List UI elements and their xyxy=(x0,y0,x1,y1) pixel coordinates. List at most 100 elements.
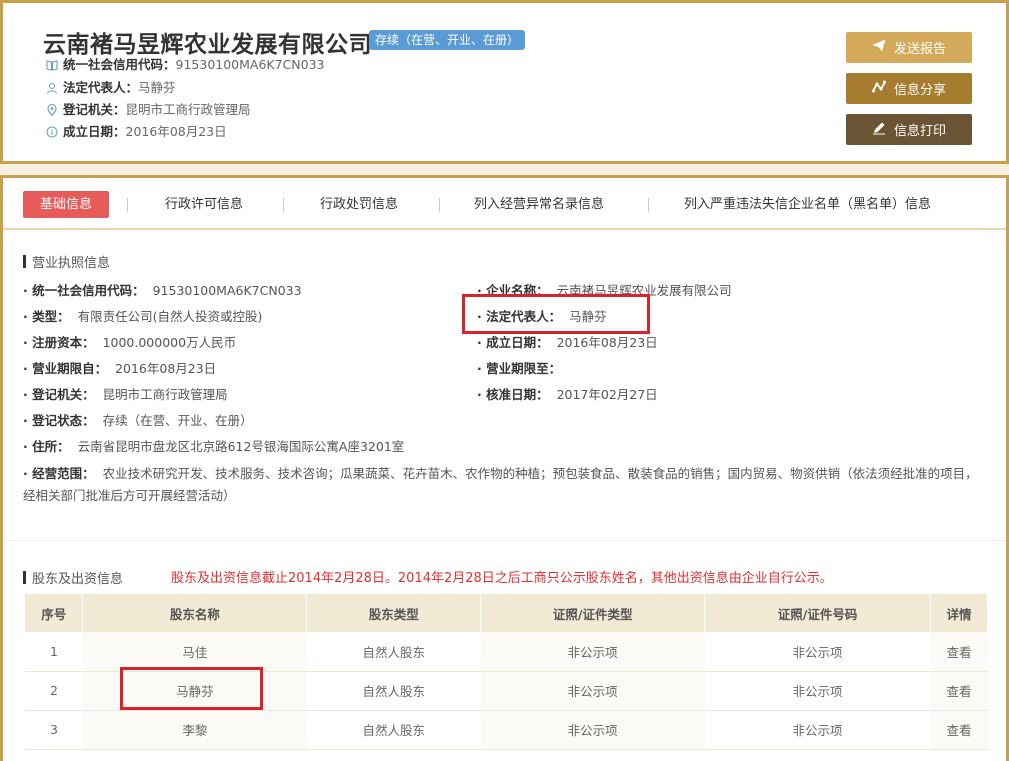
field-value: 昆明市工商行政管理局 xyxy=(102,387,228,402)
column-header: 股东类型 xyxy=(306,594,482,632)
field-label: · 营业期限至： xyxy=(477,361,562,376)
field-established: · 成立日期： 2016年08月23日 xyxy=(477,334,658,352)
tab-license-info[interactable]: 行政许可信息 xyxy=(165,191,243,218)
field-label: · 成立日期： xyxy=(477,335,549,350)
view-detail-link[interactable]: 查看 xyxy=(930,632,988,672)
cell-name: 马佳 xyxy=(82,632,307,672)
view-detail-link[interactable]: 查看 xyxy=(930,710,988,750)
meta-authority: 登记机关： 昆明市工商行政管理局 xyxy=(45,101,251,119)
field-label: · 登记状态： xyxy=(23,413,95,428)
field-label: · 经营范围： xyxy=(23,466,95,481)
field-label: · 核准日期： xyxy=(477,387,549,402)
table-header-row: 序号 股东名称 股东类型 证照/证件类型 证照/证件号码 详情 xyxy=(25,594,988,632)
tab-penalty-info[interactable]: 行政处罚信息 xyxy=(320,191,398,218)
section-divider xyxy=(3,540,1006,541)
send-report-button[interactable]: 发送报告 xyxy=(846,32,972,63)
field-label: · 登记机关： xyxy=(23,387,95,402)
meta-legal-rep: 法定代表人： 马静芬 xyxy=(45,79,176,97)
meta-established: 成立日期： 2016年08月23日 xyxy=(45,123,227,141)
field-value: 2017年02月27日 xyxy=(556,387,658,402)
section-title-text: 股东及出资信息 xyxy=(32,572,124,587)
cell-name: 李黎 xyxy=(82,710,307,750)
tab-basic-info[interactable]: 基础信息 xyxy=(23,191,109,218)
meta-value: 91530100MA6K7CN033 xyxy=(175,57,325,72)
field-label: · 类型： xyxy=(23,309,70,324)
shareholder-section-title: 股东及出资信息 xyxy=(23,568,123,587)
field-value: 2016年08月23日 xyxy=(115,361,217,376)
book-icon xyxy=(45,59,58,72)
cell-type: 自然人股东 xyxy=(306,671,481,711)
field-value: 有限责任公司(自然人投资或控股) xyxy=(77,309,263,324)
tab-divider xyxy=(439,198,440,212)
paper-plane-icon xyxy=(872,39,886,56)
meta-label: 统一社会信用代码： xyxy=(63,57,176,72)
status-badge: 存续（在营、开业、在册） xyxy=(369,30,526,50)
table-row: 3 李黎 自然人股东 非公示项 非公示项 查看 xyxy=(25,710,988,750)
column-header: 详情 xyxy=(930,594,988,632)
cell-id-no: 非公示项 xyxy=(704,632,931,672)
field-value: 1000.000000万人民币 xyxy=(102,335,237,350)
meta-label: 法定代表人： xyxy=(63,80,139,95)
field-value: 云南省昆明市盘龙区北京路612号银海国际公寓A座3201室 xyxy=(77,439,405,454)
view-detail-link[interactable]: 查看 xyxy=(930,671,988,711)
field-credit-code: · 统一社会信用代码： 91530100MA6K7CN033 xyxy=(23,282,302,300)
person-icon xyxy=(45,82,58,95)
send-report-label: 发送报告 xyxy=(893,42,946,57)
field-status: · 登记状态： 存续（在营、开业、在册） xyxy=(23,412,253,430)
tab-bar: 基础信息 行政许可信息 行政处罚信息 列入经营异常名录信息 列入严重违法失信企业… xyxy=(3,178,1006,230)
meta-label: 登记机关： xyxy=(63,102,126,117)
highlight-box-shareholder xyxy=(120,667,263,710)
location-pin-icon xyxy=(45,104,58,117)
section-title-text: 营业执照信息 xyxy=(32,256,111,271)
share-icon xyxy=(871,80,886,97)
share-info-label: 信息分享 xyxy=(893,83,946,98)
cell-id-type: 非公示项 xyxy=(480,632,705,672)
field-label: · 营业期限自： xyxy=(23,361,108,376)
info-icon xyxy=(45,126,58,139)
meta-value: 马静芬 xyxy=(138,80,176,95)
tab-divider xyxy=(283,198,284,212)
license-section-title: 营业执照信息 xyxy=(23,252,110,271)
cell-id-no: 非公示项 xyxy=(704,671,931,711)
column-header: 股东名称 xyxy=(82,594,308,632)
tab-blacklist[interactable]: 列入严重违法失信企业名单（黑名单）信息 xyxy=(684,191,931,218)
table-row: 1 马佳 自然人股东 非公示项 非公示项 查看 xyxy=(25,632,988,672)
section-marker xyxy=(23,571,26,584)
cell-no: 3 xyxy=(25,710,83,750)
print-info-button[interactable]: 信息打印 xyxy=(846,114,972,145)
shareholder-notice: 股东及出资信息截止2014年2月28日。2014年2月28日之后工商只公示股东姓… xyxy=(171,571,833,586)
field-type: · 类型： 有限责任公司(自然人投资或控股) xyxy=(23,308,262,326)
column-header: 证照/证件类型 xyxy=(480,594,706,632)
field-term-from: · 营业期限自： 2016年08月23日 xyxy=(23,360,216,378)
field-approved-date: · 核准日期： 2017年02月27日 xyxy=(477,386,658,404)
share-info-button[interactable]: 信息分享 xyxy=(846,73,972,104)
meta-value: 2016年08月23日 xyxy=(125,124,227,139)
tab-divider xyxy=(127,198,128,212)
field-term-to: · 营业期限至： xyxy=(477,360,565,378)
cell-no: 1 xyxy=(25,632,83,672)
cell-type: 自然人股东 xyxy=(306,710,481,750)
company-header-card: 云南褚马昱辉农业发展有限公司 存续（在营、开业、在册） 统一社会信用代码： 91… xyxy=(0,0,1009,164)
cell-type: 自然人股东 xyxy=(306,632,481,672)
cell-id-type: 非公示项 xyxy=(480,710,705,750)
field-label: · 住所： xyxy=(23,439,70,454)
meta-label: 成立日期： xyxy=(63,124,126,139)
cell-id-no: 非公示项 xyxy=(704,710,931,750)
highlight-box-legal-rep xyxy=(462,294,650,334)
column-header: 序号 xyxy=(25,594,84,632)
tab-divider xyxy=(648,198,649,212)
tab-abnormal-list[interactable]: 列入经营异常名录信息 xyxy=(474,191,604,218)
field-capital: · 注册资本： 1000.000000万人民币 xyxy=(23,334,236,352)
meta-credit-code: 统一社会信用代码： 91530100MA6K7CN033 xyxy=(45,56,325,74)
field-business-scope: · 经营范围： 农业技术研究开发、技术服务、技术咨询；瓜果蔬菜、花卉苗木、农作物… xyxy=(23,463,978,507)
cell-id-type: 非公示项 xyxy=(480,671,705,711)
field-value: 农业技术研究开发、技术服务、技术咨询；瓜果蔬菜、花卉苗木、农作物的种植；预包装食… xyxy=(23,466,978,503)
field-value: 2016年08月23日 xyxy=(556,335,658,350)
meta-value: 昆明市工商行政管理局 xyxy=(125,102,251,117)
field-label: · 注册资本： xyxy=(23,335,95,350)
print-info-label: 信息打印 xyxy=(893,124,946,139)
column-header: 证照/证件号码 xyxy=(704,594,931,632)
field-authority: · 登记机关： 昆明市工商行政管理局 xyxy=(23,386,228,404)
cell-no: 2 xyxy=(25,671,83,711)
section-marker xyxy=(23,255,26,268)
